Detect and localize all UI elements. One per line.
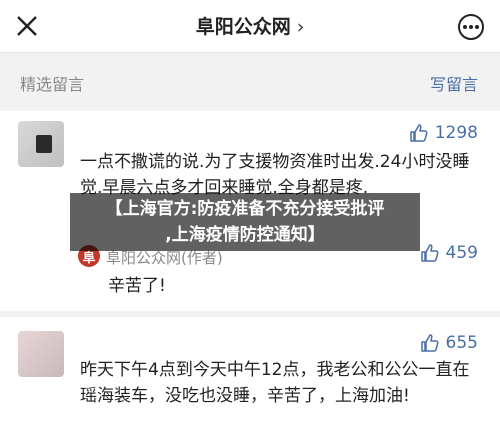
chevron-right-icon: › <box>296 16 305 38</box>
like-button[interactable]: 655 <box>420 333 478 353</box>
comment-text: 昨天下午4点到今天中午12点，我老公和公公一直在瑶海装车，没吃也没睡，辛苦了，上… <box>80 360 470 406</box>
comment-card: 655 昨天下午4点到今天中午12点，我老公和公公一直在瑶海装车，没吃也没睡，辛… <box>0 317 500 448</box>
section-header: 精选留言 写留言 <box>0 53 500 109</box>
like-count: 655 <box>445 333 478 353</box>
avatar[interactable] <box>18 121 64 167</box>
write-comment-button[interactable]: 写留言 <box>430 71 478 95</box>
top-bar: 阜阳公众网 › <box>0 0 500 53</box>
account-title[interactable]: 阜阳公众网 › <box>0 12 500 39</box>
thumbs-up-icon <box>420 244 439 262</box>
reply-like-count: 459 <box>445 243 478 263</box>
avatar[interactable] <box>18 331 64 377</box>
reply-text: 辛苦了! <box>108 276 166 296</box>
headline-line-1: 【上海官方:防疫准备不充分接受批评 <box>105 199 385 219</box>
reply-like-button[interactable]: 459 <box>420 243 478 263</box>
featured-comments-title: 精选留言 <box>20 75 85 94</box>
thumbs-up-icon <box>420 334 439 352</box>
more-icon[interactable] <box>458 14 484 40</box>
headline-overlay: 【上海官方:防疫准备不充分接受批评 ,上海疫情防控通知】 <box>70 193 420 251</box>
like-button[interactable]: 1298 <box>409 123 478 143</box>
headline-line-2: ,上海疫情防控通知】 <box>165 225 325 245</box>
thumbs-up-icon <box>409 124 428 142</box>
account-name: 阜阳公众网 <box>195 16 291 38</box>
like-count: 1298 <box>434 123 478 143</box>
